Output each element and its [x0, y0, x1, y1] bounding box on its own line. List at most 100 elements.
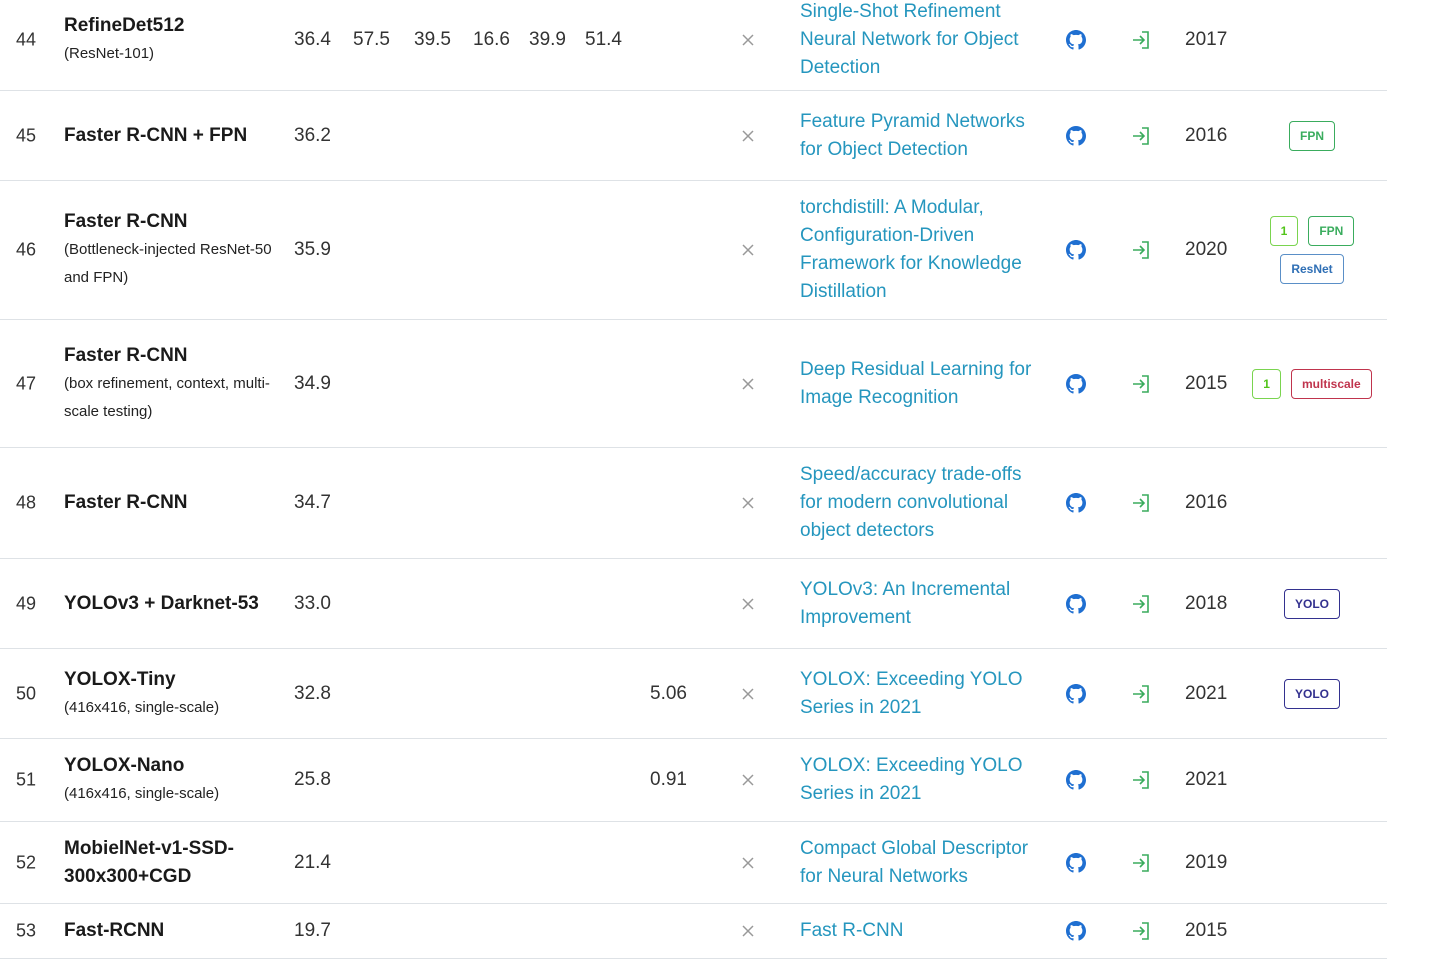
metric-value: 19.7 [294, 920, 331, 941]
github-icon[interactable] [1066, 240, 1086, 260]
tag-badge[interactable]: FPN [1289, 120, 1335, 151]
model-subtitle: (Bottleneck-injected ResNet-50 and FPN) [64, 241, 272, 286]
exit-arrow-icon[interactable] [1130, 593, 1152, 615]
model-subtitle: (416x416, single-scale) [64, 698, 220, 716]
metric-value: 36.2 [294, 124, 331, 146]
tags-cell: FPN [1248, 120, 1376, 151]
exit-arrow-icon[interactable] [1130, 852, 1152, 874]
year-cell: 2019 [1185, 851, 1228, 873]
model-name: Fast-RCNN [64, 920, 165, 941]
model-name: RefineDet512 [64, 15, 185, 36]
rank-cell: 47 [16, 373, 37, 393]
exit-arrow-icon[interactable] [1130, 769, 1152, 791]
exit-arrow-icon[interactable] [1130, 29, 1152, 51]
metric-value: 36.4 [294, 29, 331, 50]
table-row: 47 Faster R-CNN (box refinement, context, … [0, 320, 1387, 448]
exit-arrow-icon[interactable] [1130, 492, 1152, 514]
tag-badge[interactable]: YOLO [1283, 678, 1340, 709]
metric-value: 33.0 [294, 592, 331, 614]
model-name: Faster R-CNN [64, 344, 188, 366]
metric-value: 34.7 [294, 492, 331, 513]
close-x-icon [739, 854, 757, 872]
tag-badge[interactable]: 1 [1252, 368, 1281, 399]
tag-badge[interactable]: YOLO [1283, 588, 1340, 619]
table-row: 45 Faster R-CNN + FPN 36.2 Feature Pyramid … [0, 91, 1387, 181]
close-x-icon [739, 595, 757, 613]
metric-value: 32.8 [294, 682, 331, 704]
tag-badge[interactable]: 1 [1269, 216, 1299, 246]
tag-badge[interactable]: ResNet [1280, 254, 1344, 284]
tag-badge[interactable]: FPN [1308, 216, 1355, 246]
close-x-icon [739, 494, 757, 512]
github-icon[interactable] [1066, 593, 1086, 614]
model-name: Faster R-CNN [64, 211, 188, 232]
rank-cell: 52 [16, 852, 37, 872]
table-row: 48 Faster R-CNN 34.7 Speed/accuracy trade-o… [0, 448, 1387, 559]
model-cell: YOLOv3 + Darknet-53 [64, 590, 279, 618]
year-cell: 2021 [1185, 682, 1228, 704]
model-cell: Faster R-CNN [64, 489, 279, 517]
paper-link[interactable]: Fast R-CNN [800, 917, 1040, 945]
github-icon[interactable] [1066, 683, 1086, 704]
model-name: YOLOX-Nano [64, 755, 185, 776]
rank-cell: 45 [16, 125, 37, 145]
table-row: 53 Fast-RCNN 19.7 Fast R-CNN 2015 [0, 904, 1387, 959]
github-icon[interactable] [1066, 30, 1086, 50]
metric-value: 39.9 [529, 29, 566, 50]
rank-cell: 51 [16, 769, 37, 790]
exit-arrow-icon[interactable] [1130, 239, 1152, 261]
github-icon[interactable] [1066, 770, 1086, 790]
github-icon[interactable] [1066, 921, 1086, 941]
metric-value: 16.6 [473, 29, 510, 50]
table-row: 50 YOLOX-Tiny (416x416, single-scale) 32.8 5… [0, 649, 1387, 739]
rank-cell: 48 [16, 492, 37, 513]
year-cell: 2017 [1185, 29, 1228, 50]
year-cell: 2016 [1185, 124, 1228, 146]
paper-link[interactable]: Deep Residual Learning for Image Recogni… [800, 356, 1040, 412]
exit-arrow-icon[interactable] [1130, 920, 1152, 942]
year-cell: 2015 [1185, 372, 1228, 394]
model-cell: YOLOX-Nano (416x416, single-scale) [64, 752, 279, 808]
paper-link[interactable]: Feature Pyramid Networks for Object Dete… [800, 108, 1040, 164]
model-cell: Faster R-CNN + FPN [64, 122, 279, 150]
exit-arrow-icon[interactable] [1130, 125, 1152, 147]
paper-link[interactable]: YOLOX: Exceeding YOLO Series in 2021 [800, 752, 1040, 808]
rank-cell: 49 [16, 593, 37, 613]
model-name: YOLOX-Tiny [64, 668, 176, 690]
exit-arrow-icon[interactable] [1130, 683, 1152, 705]
github-icon[interactable] [1066, 373, 1086, 394]
metric-value: 35.9 [294, 239, 331, 260]
model-name: MobielNet-v1-SSD-300x300+CGD [64, 837, 234, 887]
paper-link[interactable]: YOLOX: Exceeding YOLO Series in 2021 [800, 666, 1040, 722]
model-name: Faster R-CNN + FPN [64, 124, 248, 146]
metric-value: 25.8 [294, 769, 331, 790]
model-cell: Faster R-CNN (box refinement, context, mu… [64, 342, 279, 426]
close-x-icon [739, 685, 757, 703]
rank-cell: 44 [16, 29, 37, 50]
tags-cell: 1 FPN ResNet [1248, 216, 1376, 284]
close-x-icon [739, 771, 757, 789]
tags-cell: YOLO [1248, 678, 1376, 709]
year-cell: 2021 [1185, 769, 1228, 790]
rank-cell: 46 [16, 239, 37, 260]
paper-link[interactable]: torchdistill: A Modular, Configuration-D… [800, 194, 1040, 306]
github-icon[interactable] [1066, 125, 1086, 146]
table-row: 46 Faster R-CNN (Bottleneck-injected ResNe… [0, 181, 1387, 320]
model-name: YOLOv3 + Darknet-53 [64, 592, 259, 614]
tags-cell: YOLO [1248, 588, 1376, 619]
paper-link[interactable]: Compact Global Descriptor for Neural Net… [800, 835, 1040, 891]
metric-value: 51.4 [585, 29, 622, 50]
tag-badge[interactable]: multiscale [1290, 368, 1372, 399]
github-icon[interactable] [1066, 493, 1086, 513]
github-icon[interactable] [1066, 852, 1086, 873]
params-value: 0.91 [650, 769, 687, 790]
model-cell: Fast-RCNN [64, 917, 279, 945]
model-cell: Faster R-CNN (Bottleneck-injected ResNet-… [64, 208, 279, 292]
paper-link[interactable]: YOLOv3: An Incremental Improvement [800, 576, 1040, 632]
model-subtitle: (ResNet-101) [64, 45, 155, 62]
paper-link[interactable]: Single-Shot Refinement Neural Network fo… [800, 0, 1040, 82]
table-row: 49 YOLOv3 + Darknet-53 33.0 YOLOv3: An Incr… [0, 559, 1387, 649]
close-x-icon [739, 31, 757, 49]
exit-arrow-icon[interactable] [1130, 373, 1152, 395]
paper-link[interactable]: Speed/accuracy trade-offs for modern con… [800, 461, 1040, 545]
